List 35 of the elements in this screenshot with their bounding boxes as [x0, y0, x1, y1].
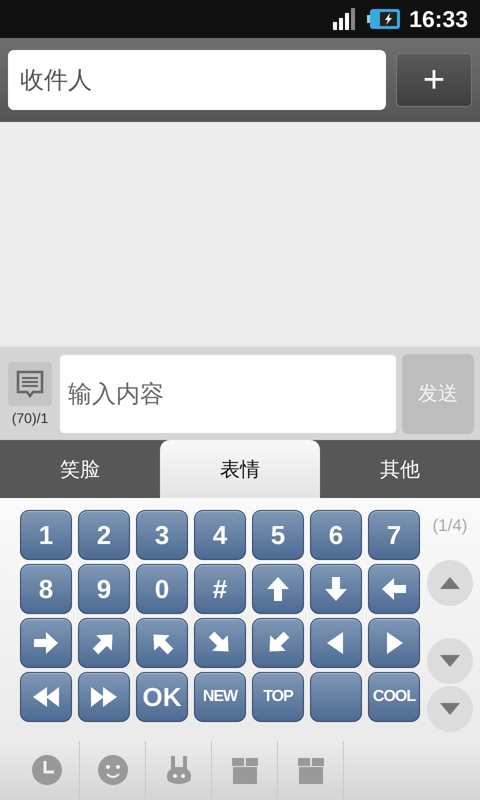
- add-recipient-button[interactable]: +: [396, 53, 472, 107]
- emoji-key[interactable]: 3: [136, 510, 188, 560]
- down-triangle-icon: [440, 702, 460, 716]
- scroll-up-button[interactable]: [427, 560, 473, 606]
- scroll-down-button[interactable]: [427, 638, 473, 684]
- emoji-key[interactable]: 1: [20, 510, 72, 560]
- scroll-down-button[interactable]: [427, 686, 473, 732]
- emoji-key[interactable]: COOL: [368, 672, 420, 722]
- emoji-key[interactable]: NEW: [194, 672, 246, 722]
- emoji-key[interactable]: #: [194, 564, 246, 614]
- smiley-icon: [96, 753, 130, 787]
- recipient-field[interactable]: 收件人: [8, 50, 386, 110]
- clock-time: 16:33: [409, 6, 468, 32]
- emoji-key[interactable]: 0: [136, 564, 188, 614]
- emoji-key[interactable]: 6: [310, 510, 362, 560]
- tab[interactable]: 笑脸: [0, 440, 160, 498]
- page-indicator: (1/4): [432, 516, 468, 536]
- emoji-key[interactable]: 4: [194, 510, 246, 560]
- emoji-key[interactable]: 9: [78, 564, 130, 614]
- up-triangle-icon: [440, 576, 460, 590]
- emoji-key[interactable]: TOP: [252, 672, 304, 722]
- emoji-key[interactable]: OK: [136, 672, 188, 722]
- clock-icon: [30, 753, 64, 787]
- battery-icon: [367, 8, 402, 30]
- character-counter: (70)/1: [12, 410, 48, 426]
- emoji-key[interactable]: 8: [20, 564, 72, 614]
- emoji-key[interactable]: 5: [252, 510, 304, 560]
- keyboard-button[interactable]: [8, 362, 52, 406]
- emoji-key[interactable]: 7: [368, 510, 420, 560]
- message-field[interactable]: 输入内容: [60, 354, 396, 432]
- emoji-key[interactable]: 2: [78, 510, 130, 560]
- emoji-key[interactable]: [310, 672, 362, 722]
- tab[interactable]: 表情: [160, 440, 320, 498]
- down-triangle-icon: [440, 654, 460, 668]
- tab[interactable]: 其他: [320, 440, 480, 498]
